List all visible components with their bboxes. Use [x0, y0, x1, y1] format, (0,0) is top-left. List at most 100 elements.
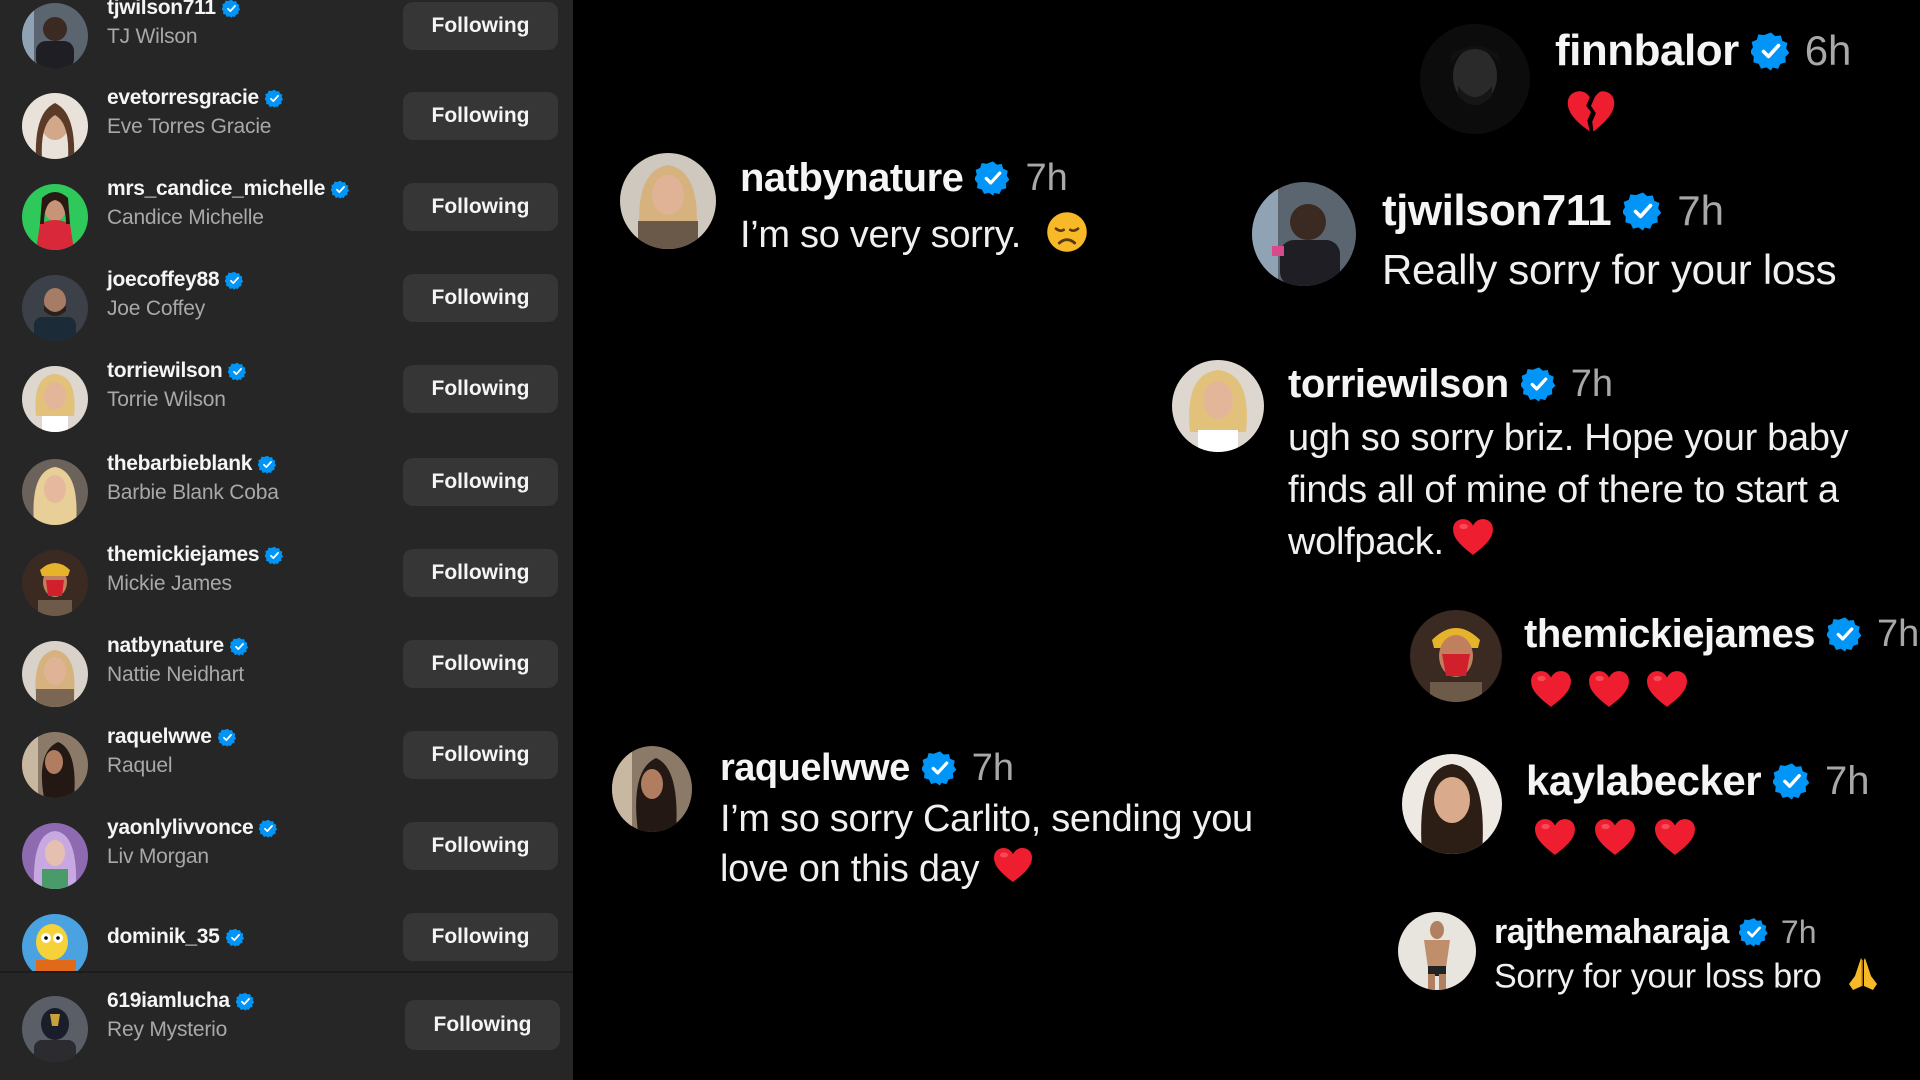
verified-badge-icon — [1623, 191, 1663, 231]
verified-badge-icon — [331, 180, 350, 199]
full-name: Candice Michelle — [107, 206, 264, 229]
following-button[interactable]: Following — [403, 458, 558, 506]
avatar[interactable] — [612, 746, 692, 832]
avatar[interactable] — [620, 153, 716, 249]
following-row-619iamlucha[interactable]: 619iamlucha Rey Mysterio Following — [0, 989, 573, 1069]
verified-badge-icon — [258, 455, 277, 474]
username[interactable]: yaonlylivvonce — [107, 816, 254, 840]
comment-username[interactable]: natbynature — [740, 156, 964, 201]
following-row-thebarbieblank[interactable]: thebarbieblank Barbie Blank Coba Followi… — [0, 452, 573, 532]
verified-badge-icon — [222, 0, 241, 18]
avatar[interactable] — [22, 641, 88, 707]
following-button[interactable]: Following — [403, 549, 558, 597]
avatar[interactable] — [1398, 912, 1476, 990]
following-button[interactable]: Following — [403, 822, 558, 870]
red-heart-emoji — [1594, 818, 1636, 861]
full-name: Barbie Blank Coba — [107, 481, 279, 504]
verified-badge-icon — [922, 750, 958, 786]
full-name: Eve Torres Gracie — [107, 115, 272, 138]
comment-text: Really sorry for your loss — [1382, 246, 1837, 293]
username[interactable]: natbynature — [107, 634, 224, 658]
username[interactable]: dominik_35 — [107, 925, 220, 949]
verified-badge-icon — [218, 728, 237, 747]
verified-badge-icon — [1773, 762, 1811, 800]
red-heart-emoji — [993, 846, 1033, 896]
comment-time: 7h — [1570, 362, 1613, 405]
avatar[interactable] — [22, 275, 88, 341]
following-button[interactable]: Following — [403, 913, 558, 961]
following-row-mrs_candice_michelle[interactable]: mrs_candice_michelle Candice Michelle Fo… — [0, 177, 573, 257]
verified-badge-icon — [226, 928, 245, 947]
avatar[interactable] — [22, 823, 88, 889]
full-name: Rey Mysterio — [107, 1018, 228, 1041]
verified-badge-icon — [228, 362, 247, 381]
broken-heart-emoji — [1566, 90, 1616, 139]
comment-time: 7h — [1677, 187, 1724, 234]
avatar[interactable] — [22, 996, 88, 1062]
avatar[interactable] — [22, 732, 88, 798]
avatar[interactable] — [22, 3, 88, 69]
avatar[interactable] — [22, 93, 88, 159]
following-button[interactable]: Following — [403, 2, 558, 50]
following-button[interactable]: Following — [403, 365, 558, 413]
username[interactable]: themickiejames — [107, 543, 260, 567]
comment-username[interactable]: finnbalor — [1555, 26, 1739, 76]
comment-username[interactable]: rajthemaharaja — [1494, 913, 1729, 952]
full-name: Joe Coffey — [107, 297, 206, 320]
following-button[interactable]: Following — [403, 640, 558, 688]
comment-time: 7h — [1780, 913, 1817, 950]
comment-username[interactable]: themickiejames — [1524, 612, 1815, 657]
username[interactable]: tjwilson711 — [107, 0, 216, 20]
comment-username[interactable]: tjwilson711 — [1382, 186, 1612, 236]
avatar[interactable] — [1402, 754, 1502, 854]
following-row-torriewilson[interactable]: torriewilson Torrie Wilson Following — [0, 359, 573, 439]
comment-text: I’m so very sorry. — [740, 214, 1022, 257]
following-button[interactable]: Following — [403, 731, 558, 779]
avatar[interactable] — [1172, 360, 1264, 452]
verified-badge-icon — [265, 546, 284, 565]
avatar[interactable] — [22, 184, 88, 250]
verified-badge-icon — [225, 271, 244, 290]
following-row-evetorresgracie[interactable]: evetorresgracie Eve Torres Gracie Follow… — [0, 86, 573, 166]
full-name: Nattie Neidhart — [107, 663, 245, 686]
avatar[interactable] — [1420, 24, 1530, 134]
username[interactable]: thebarbieblank — [107, 452, 252, 476]
comment-text-line: I’m so sorry Carlito, sending you — [720, 798, 1253, 840]
avatar[interactable] — [22, 550, 88, 616]
username[interactable]: raquelwwe — [107, 725, 212, 749]
username[interactable]: torriewilson — [107, 359, 223, 383]
following-button[interactable]: Following — [405, 1000, 560, 1050]
following-button[interactable]: Following — [403, 183, 558, 231]
following-row-natbynature[interactable]: natbynature Nattie Neidhart Following — [0, 634, 573, 714]
comment-natbynature: natbynature 7h I’m so very sorry. — [618, 150, 1138, 260]
following-row-tjwilson711[interactable]: tjwilson711 TJ Wilson Following — [0, 0, 573, 76]
username[interactable]: evetorresgracie — [107, 86, 259, 110]
following-row-themickiejames[interactable]: themickiejames Mickie James Following — [0, 543, 573, 623]
comment-kaylabecker: kaylabecker 7h — [1400, 752, 1920, 872]
following-button[interactable]: Following — [403, 92, 558, 140]
following-row-raquelwwe[interactable]: raquelwwe Raquel Following — [0, 725, 573, 805]
following-button[interactable]: Following — [403, 274, 558, 322]
avatar[interactable] — [22, 459, 88, 525]
red-heart-emoji — [1530, 670, 1572, 713]
username[interactable]: joecoffey88 — [107, 268, 220, 292]
comment-username[interactable]: kaylabecker — [1526, 757, 1762, 805]
comment-username[interactable]: raquelwwe — [720, 747, 910, 790]
avatar[interactable] — [1410, 610, 1502, 702]
verified-badge-icon — [1751, 31, 1791, 71]
full-name: Raquel — [107, 754, 173, 777]
username[interactable]: mrs_candice_michelle — [107, 177, 325, 201]
following-row-joecoffey88[interactable]: joecoffey88 Joe Coffey Following — [0, 268, 573, 348]
comment-text: Sorry for your loss bro — [1494, 957, 1822, 996]
avatar[interactable] — [1252, 182, 1356, 286]
red-heart-emoji — [1588, 670, 1630, 713]
comment-time: 6h — [1804, 27, 1852, 74]
username[interactable]: 619iamlucha — [107, 989, 230, 1013]
comment-username[interactable]: torriewilson — [1288, 362, 1509, 407]
avatar[interactable] — [22, 366, 88, 432]
following-row-yaonlylivvonce[interactable]: yaonlylivvonce Liv Morgan Following — [0, 816, 573, 896]
following-list-panel: tjwilson711 TJ Wilson Following evetorre… — [0, 0, 573, 1080]
red-heart-emoji — [1452, 518, 1494, 570]
verified-badge-icon — [236, 992, 255, 1011]
comment-torriewilson: torriewilson 7h ugh so sorry briz. Hope … — [1170, 358, 1920, 568]
